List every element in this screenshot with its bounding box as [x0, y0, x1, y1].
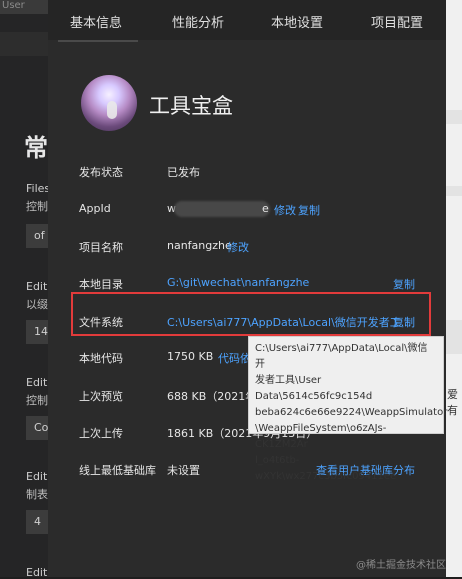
- appid-copy-link[interactable]: 复制: [298, 202, 320, 218]
- label-appid: AppId: [79, 202, 111, 215]
- background-item-box-3[interactable]: Cor: [26, 416, 53, 440]
- tooltip-line: C:\Users\ai777\AppData\Local\微信开: [255, 343, 428, 370]
- background-item-label-1: Files: [26, 182, 51, 195]
- background-item-sub-2: 以缀: [26, 298, 48, 311]
- background-user-label: User: [2, 0, 25, 11]
- background-item-label-3: Edit: [26, 376, 48, 389]
- astronaut-icon: [107, 101, 117, 119]
- tooltip-line: beba624c6e66e9224\WeappSimulator: [255, 407, 448, 418]
- local-dir-copy-link[interactable]: 复制: [393, 276, 415, 292]
- label-project-name: 项目名称: [79, 241, 123, 254]
- background-item-box-4[interactable]: 4: [26, 510, 48, 534]
- background-item-label-2: Edit: [26, 280, 48, 293]
- tab-local-settings[interactable]: 本地设置: [271, 12, 323, 31]
- tooltip-line: 发者工具\User Data\5614c56fc9c154d: [255, 375, 373, 402]
- watermark: @稀土掘金技术社区: [356, 560, 446, 571]
- background-right-block: [446, 186, 462, 196]
- value-local-dir[interactable]: G:\git\wechat\nanfangzhe: [167, 276, 309, 289]
- value-local-code: 1750 KB: [167, 350, 214, 363]
- app-name: 工具宝盒: [149, 94, 233, 118]
- value-publish-status: 已发布: [167, 166, 200, 179]
- background-bar: [0, 32, 48, 56]
- app-avatar: [81, 75, 137, 131]
- tab-project-config[interactable]: 项目配置: [371, 12, 423, 31]
- value-appid-suffix: e: [262, 202, 269, 215]
- project-details-panel: 基本信息 性能分析 本地设置 项目配置 工具宝盒 发布状态 已发布 AppId …: [48, 0, 448, 577]
- value-last-preview: 688 KB（2021年: [167, 390, 257, 403]
- background-item-sub-4: 制表: [26, 488, 48, 501]
- tooltip-line: \WeappFileSystem\o6zAJs-CK1ZM2Ar: [255, 423, 387, 450]
- background-right-block: [446, 320, 462, 354]
- appid-redaction: [174, 201, 270, 217]
- tooltip-line: l_o4t6tb-wXYk\wx277c3b3fc09411ee: [255, 455, 397, 482]
- background-item-sub-1: 控制: [26, 200, 48, 213]
- background-heading: 常: [24, 134, 48, 162]
- background-right-pane: [446, 0, 462, 577]
- background-item-label-5: Edit: [26, 566, 48, 579]
- label-last-upload: 上次上传: [79, 427, 123, 440]
- background-right-block: [446, 110, 462, 124]
- tab-basic-info[interactable]: 基本信息: [70, 12, 122, 31]
- label-min-lib: 线上最低基础库: [79, 464, 156, 477]
- code-dependency-link[interactable]: 代码依: [218, 350, 251, 366]
- background-item-box-2[interactable]: 14: [26, 320, 48, 344]
- file-system-path-tooltip: C:\Users\ai777\AppData\Local\微信开 发者工具\Us…: [248, 336, 448, 482]
- file-system-highlight-box: [71, 292, 431, 336]
- value-project-name: nanfangzhe: [167, 239, 232, 252]
- project-name-edit-link[interactable]: 修改: [227, 239, 249, 255]
- background-item-sub-3: 控制: [26, 394, 48, 407]
- tab-performance[interactable]: 性能分析: [172, 12, 224, 31]
- background-item-label-4: Edit: [26, 470, 48, 483]
- label-publish-status: 发布状态: [79, 166, 123, 179]
- background-item-box-1[interactable]: of: [26, 224, 48, 248]
- label-local-code: 本地代码: [79, 352, 123, 365]
- label-last-preview: 上次预览: [79, 390, 123, 403]
- active-tab-indicator: [58, 40, 138, 42]
- tab-bar: 基本信息 性能分析 本地设置 项目配置: [48, 0, 446, 42]
- label-local-dir: 本地目录: [79, 278, 123, 291]
- appid-edit-link[interactable]: 修改: [274, 202, 296, 218]
- value-min-lib: 未设置: [167, 464, 200, 477]
- background-right-text: 爱有: [447, 388, 458, 417]
